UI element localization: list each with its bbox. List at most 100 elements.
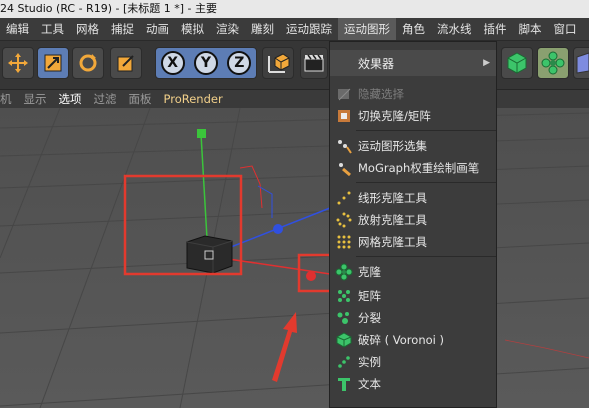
menu-label: 切换克隆/矩阵 xyxy=(358,109,431,123)
menu-bar: 件 编辑 工具 网格 捕捉 动画 模拟 渲染 雕刻 运动跟踪 运动图形 角色 流… xyxy=(0,18,589,41)
menu-animate[interactable]: 动画 xyxy=(140,18,175,40)
cloner-icon xyxy=(334,263,354,281)
menu-render[interactable]: 渲染 xyxy=(210,18,245,40)
menu-label: 放射克隆工具 xyxy=(358,213,427,227)
menu-voronoi-fracture[interactable]: 破碎 ( Voronoi ) xyxy=(330,329,496,351)
voronoi-icon xyxy=(334,331,354,349)
menu-fracture[interactable]: 分裂 xyxy=(330,307,496,329)
green-cube-icon xyxy=(507,52,527,74)
menu-grid-clone-tool[interactable]: 网格克隆工具 xyxy=(330,231,496,253)
menu-label: 克隆 xyxy=(358,265,381,279)
menu-snap[interactable]: 捕捉 xyxy=(105,18,140,40)
menu-plugins[interactable]: 插件 xyxy=(478,18,513,40)
menu-mograph[interactable]: 运动图形 xyxy=(338,18,396,40)
menu-divider xyxy=(356,130,496,131)
viewport-menu-display[interactable]: 显示 xyxy=(18,91,53,107)
weight-brush-icon xyxy=(334,159,354,177)
menu-pipeline[interactable]: 流水线 xyxy=(431,18,478,40)
menu-tools[interactable]: 工具 xyxy=(35,18,70,40)
viewport-menu-panel[interactable]: 面板 xyxy=(123,91,158,107)
y-axis-handle[interactable] xyxy=(197,129,206,138)
toggle-clone-icon xyxy=(334,107,354,125)
viewport-menu-camera[interactable]: 机 xyxy=(0,91,18,107)
menu-edit[interactable]: 编辑 xyxy=(0,18,35,40)
viewport-menu-options[interactable]: 选项 xyxy=(53,91,88,107)
dropdown-effectors-label: 效果器 xyxy=(358,56,395,71)
cube-object-button[interactable] xyxy=(501,47,533,79)
live-selection-button[interactable] xyxy=(110,47,142,79)
menu-label: MoGraph权重绘制画笔 xyxy=(358,161,480,175)
menu-script[interactable]: 脚本 xyxy=(513,18,548,40)
menu-window[interactable]: 窗口 xyxy=(548,18,583,40)
viewport-menu-filter[interactable]: 过滤 xyxy=(88,91,123,107)
rotate-tool-button[interactable] xyxy=(72,47,104,79)
coordinate-system-button[interactable] xyxy=(262,47,294,79)
mograph-cloner-button[interactable] xyxy=(537,47,569,79)
menu-label: 矩阵 xyxy=(358,289,381,303)
axis-lock-group: X Y Z xyxy=(155,47,257,79)
rotate-icon xyxy=(79,54,97,72)
menu-simulate[interactable]: 模拟 xyxy=(175,18,210,40)
z-axis-handle[interactable] xyxy=(273,224,283,234)
menu-radial-clone-tool[interactable]: 放射克隆工具 xyxy=(330,209,496,231)
cube-object[interactable] xyxy=(186,235,233,274)
menu-toggle-clone-matrix[interactable]: 切换克隆/矩阵 xyxy=(330,105,496,127)
move-icon xyxy=(8,53,28,73)
scale-icon xyxy=(44,54,62,72)
radial-clone-icon xyxy=(334,211,354,229)
scale-tool-button[interactable] xyxy=(37,47,69,79)
menu-mograph-selection[interactable]: 运动图形选集 xyxy=(330,135,496,157)
z-axis-button[interactable]: Z xyxy=(227,51,252,75)
render-view-button[interactable] xyxy=(300,47,328,79)
viewport-menu-bar: 机 显示 选项 过滤 面板 ProRender xyxy=(0,90,589,108)
3d-viewport[interactable] xyxy=(0,108,589,408)
mograph-dropdown-menu: 效果器 ▶ 隐藏选择 切换克隆/矩阵 运动图形选集 MoGraph权重绘制画笔 … xyxy=(329,41,497,408)
mograph-selection-icon xyxy=(334,137,354,155)
menu-sculpt[interactable]: 雕刻 xyxy=(245,18,280,40)
menu-label: 网格克隆工具 xyxy=(358,235,427,249)
menu-linear-clone-tool[interactable]: 线形克隆工具 xyxy=(330,187,496,209)
menu-instance[interactable]: 实例 xyxy=(330,351,496,373)
dropdown-effectors-submenu[interactable]: 效果器 ▶ xyxy=(330,50,496,76)
menu-divider xyxy=(356,182,496,183)
fracture-icon xyxy=(334,309,354,327)
menu-text[interactable]: 文本 xyxy=(330,373,496,395)
transform-icon xyxy=(117,55,134,72)
x-axis-handle[interactable] xyxy=(306,271,316,281)
deformer-button[interactable] xyxy=(573,47,589,79)
coordinate-cube-icon xyxy=(268,53,290,73)
menu-divider xyxy=(356,256,496,257)
window-title: 24 Studio (RC - R19) - [未标题 1 *] - 主要 xyxy=(0,2,217,15)
right-toolbar-strip xyxy=(497,41,589,89)
x-axis-button[interactable]: X xyxy=(160,51,185,75)
hide-selection-icon xyxy=(334,85,354,103)
menu-weight-paint-brush[interactable]: MoGraph权重绘制画笔 xyxy=(330,157,496,179)
viewport-menu-prorender[interactable]: ProRender xyxy=(158,92,229,106)
move-tool-button[interactable] xyxy=(2,47,34,79)
menu-label: 分裂 xyxy=(358,311,381,325)
blue-deformer-icon xyxy=(576,52,589,74)
cloner-flower-icon xyxy=(541,51,565,75)
text-icon xyxy=(334,375,354,393)
menu-label: 隐藏选择 xyxy=(358,87,404,101)
menu-label: 运动图形选集 xyxy=(358,139,427,153)
matrix-icon xyxy=(334,287,354,305)
window-title-bar: 24 Studio (RC - R19) - [未标题 1 *] - 主要 xyxy=(0,0,589,18)
clapperboard-icon xyxy=(304,54,324,72)
menu-cloner[interactable]: 克隆 xyxy=(330,261,496,283)
grid-clone-icon xyxy=(334,233,354,251)
menu-motion-tracking[interactable]: 运动跟踪 xyxy=(280,18,338,40)
instance-icon xyxy=(334,353,354,371)
menu-label: 实例 xyxy=(358,355,381,369)
menu-label: 破碎 ( Voronoi ) xyxy=(358,333,444,347)
menu-mesh[interactable]: 网格 xyxy=(70,18,105,40)
menu-help[interactable]: 帮 xyxy=(583,18,589,40)
menu-character[interactable]: 角色 xyxy=(396,18,431,40)
menu-hide-selection[interactable]: 隐藏选择 xyxy=(330,83,496,105)
menu-label: 文本 xyxy=(358,377,381,391)
menu-matrix[interactable]: 矩阵 xyxy=(330,285,496,307)
viewport-scene xyxy=(0,108,589,408)
submenu-arrow-icon: ▶ xyxy=(483,58,490,68)
y-axis-button[interactable]: Y xyxy=(193,51,218,75)
linear-clone-icon xyxy=(334,189,354,207)
